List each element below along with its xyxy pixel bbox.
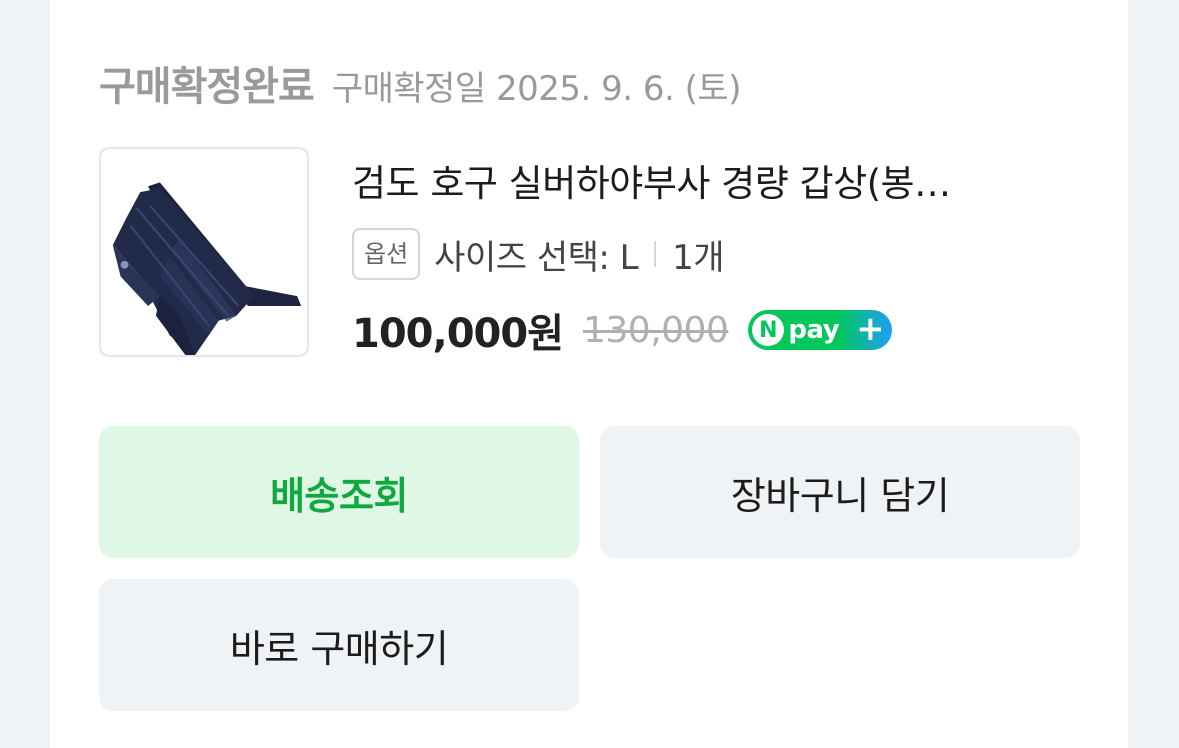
purchase-confirm-date: 구매확정일 2025. 9. 6. (토) <box>331 69 742 109</box>
divider <box>654 241 657 267</box>
price-row: 100,000원 130,000 N pay + <box>352 302 1072 358</box>
npay-text: pay <box>788 315 840 345</box>
option-row: 옵션 사이즈 선택: L 1개 <box>352 226 1072 282</box>
plus-icon: + <box>856 309 885 349</box>
order-status-title: 구매확정완료 <box>99 64 315 110</box>
order-item-card: 구매확정완료 구매확정일 2025. 9. 6. (토) 검도 호구 실버하야부… <box>50 0 1128 748</box>
kendo-tare-armor-image <box>101 149 307 355</box>
buy-now-button[interactable]: 바로 구매하기 <box>99 579 579 711</box>
product-thumbnail[interactable] <box>99 147 309 357</box>
product-title[interactable]: 검도 호구 실버하야부사 경량 갑상(봉… <box>352 160 1062 208</box>
npay-plus-badge: N pay + <box>748 309 893 350</box>
npay-n-icon: N <box>752 314 785 346</box>
order-status-row: 구매확정완료 구매확정일 2025. 9. 6. (토) <box>99 54 741 112</box>
track-delivery-button[interactable]: 배송조회 <box>99 426 579 558</box>
option-text: 사이즈 선택: L <box>434 237 639 278</box>
sale-price: 100,000원 <box>352 311 564 357</box>
option-badge: 옵션 <box>352 228 421 280</box>
quantity: 1개 <box>672 237 725 278</box>
original-price: 130,000 <box>583 309 729 351</box>
product-info: 검도 호구 실버하야부사 경량 갑상(봉… 옵션 사이즈 선택: L 1개 10… <box>352 160 1072 358</box>
add-to-cart-button[interactable]: 장바구니 담기 <box>600 426 1080 558</box>
